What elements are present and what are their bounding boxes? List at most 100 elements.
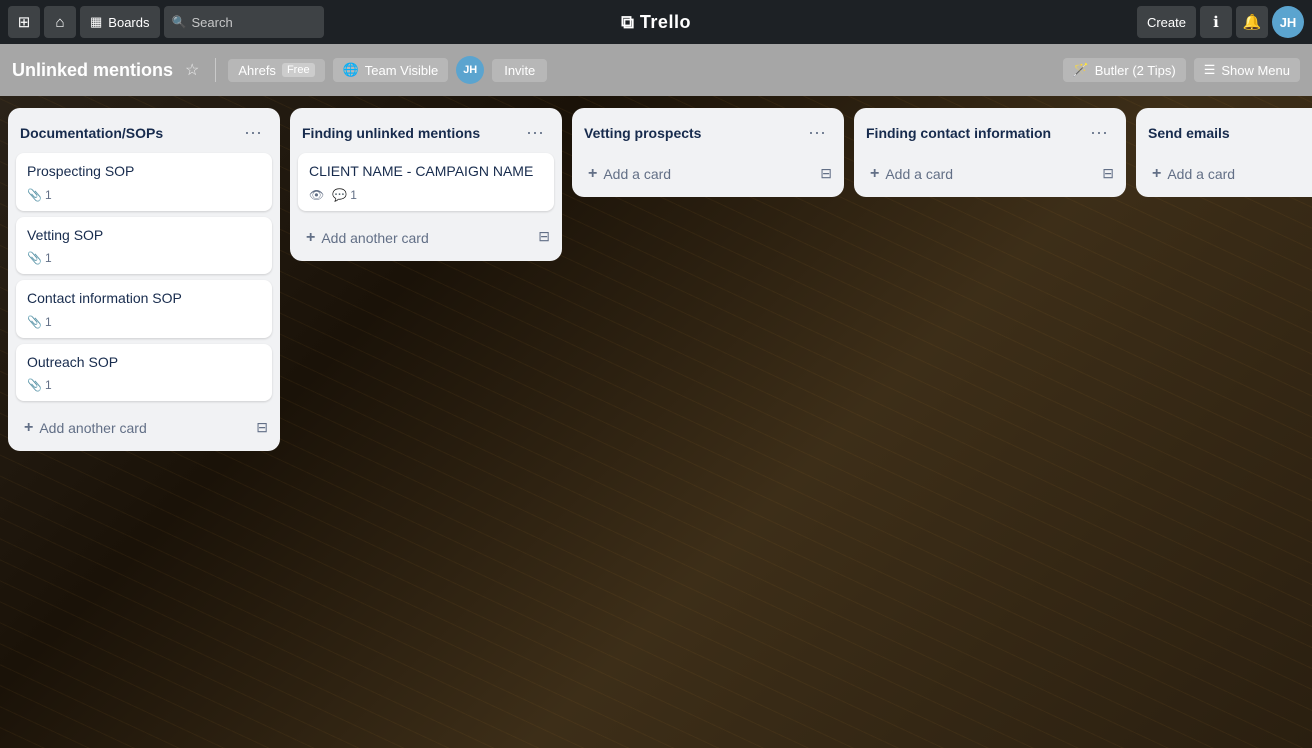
attachment-count-outreach-sop: 📎 1 bbox=[27, 378, 52, 392]
attachment-count-vetting-sop: 📎 1 bbox=[27, 251, 52, 265]
workspace-tier-badge: Free bbox=[282, 63, 315, 77]
create-button[interactable]: Create bbox=[1137, 6, 1196, 38]
card-prospecting-sop[interactable]: Prospecting SOP 📎 1 bbox=[16, 153, 272, 211]
trello-logo-area: ⧉ Trello bbox=[621, 12, 691, 33]
list-title-finding-unlinked-mentions: Finding unlinked mentions bbox=[302, 125, 520, 141]
list-menu-button-documentation-sops[interactable]: ··· bbox=[238, 120, 268, 145]
list-header-finding-contact-info: Finding contact information ··· bbox=[862, 116, 1118, 153]
list-title-documentation-sops: Documentation/SOPs bbox=[20, 125, 238, 141]
list-menu-button-finding-contact-info[interactable]: ··· bbox=[1084, 120, 1114, 145]
template-button-finding-contact-info[interactable]: ⊟ bbox=[1098, 163, 1118, 184]
visibility-button[interactable]: 🌐 Team Visible bbox=[333, 58, 449, 82]
template-icon: ⊟ bbox=[1102, 165, 1114, 181]
board-header: Unlinked mentions ☆ Ahrefs Free 🌐 Team V… bbox=[0, 44, 1312, 96]
add-card-row-unlinked: + Add another card ⊟ bbox=[298, 217, 554, 257]
workspace-button[interactable]: Ahrefs Free bbox=[228, 59, 324, 82]
invite-label: Invite bbox=[504, 63, 535, 78]
add-card-row-emails: + Add a card ⊟ bbox=[1144, 153, 1312, 193]
card-outreach-sop[interactable]: Outreach SOP 📎 1 bbox=[16, 344, 272, 402]
list-header-finding-unlinked-mentions: Finding unlinked mentions ··· bbox=[298, 116, 554, 153]
info-button[interactable]: ℹ bbox=[1200, 6, 1232, 38]
paperclip-icon: 📎 bbox=[27, 188, 42, 202]
bell-button[interactable]: 🔔 bbox=[1236, 6, 1268, 38]
show-menu-button[interactable]: ☰ Show Menu bbox=[1194, 58, 1300, 82]
member-initials: JH bbox=[463, 64, 477, 76]
invite-button[interactable]: Invite bbox=[492, 59, 547, 82]
plus-icon: + bbox=[588, 165, 597, 183]
board-icon: ▦ bbox=[90, 14, 102, 30]
card-vetting-sop[interactable]: Vetting SOP 📎 1 bbox=[16, 217, 272, 275]
list-header-send-emails: Send emails ··· bbox=[1144, 116, 1312, 153]
list-documentation-sops: Documentation/SOPs ··· Prospecting SOP 📎… bbox=[8, 108, 280, 451]
add-card-button-finding-contact-info[interactable]: + Add a card bbox=[862, 159, 1098, 189]
board-canvas: Documentation/SOPs ··· Prospecting SOP 📎… bbox=[0, 96, 1312, 748]
list-menu-button-vetting-prospects[interactable]: ··· bbox=[802, 120, 832, 145]
template-button-vetting-prospects[interactable]: ⊟ bbox=[816, 163, 836, 184]
paperclip-icon: 📎 bbox=[27, 378, 42, 392]
add-card-button-send-emails[interactable]: + Add a card bbox=[1144, 159, 1312, 189]
card-title-client-campaign: CLIENT NAME - CAMPAIGN NAME bbox=[309, 162, 543, 182]
user-avatar-button[interactable]: JH bbox=[1272, 6, 1304, 38]
grid-icon-button[interactable]: ⊞ bbox=[8, 6, 40, 38]
visibility-label: Team Visible bbox=[365, 63, 438, 78]
list-title-finding-contact-info: Finding contact information bbox=[866, 125, 1084, 141]
dots-icon: ··· bbox=[1090, 122, 1108, 142]
add-card-label-finding-contact-info: Add a card bbox=[885, 166, 953, 182]
topbar-right: Create ℹ 🔔 JH bbox=[1137, 6, 1304, 38]
list-header-vetting-prospects: Vetting prospects ··· bbox=[580, 116, 836, 153]
list-title-send-emails: Send emails bbox=[1148, 125, 1312, 141]
dots-icon: ··· bbox=[244, 122, 262, 142]
home-button[interactable]: ⌂ bbox=[44, 6, 76, 38]
butler-button[interactable]: 🪄 Butler (2 Tips) bbox=[1063, 58, 1186, 82]
template-button-finding-unlinked-mentions[interactable]: ⊟ bbox=[534, 226, 554, 247]
header-divider bbox=[215, 58, 216, 82]
grid-icon: ⊞ bbox=[18, 13, 31, 31]
list-menu-button-finding-unlinked-mentions[interactable]: ··· bbox=[520, 120, 550, 145]
comment-icon: 💬 bbox=[332, 188, 347, 202]
card-title-prospecting-sop: Prospecting SOP bbox=[27, 162, 261, 182]
card-title-outreach-sop: Outreach SOP bbox=[27, 353, 261, 373]
template-icon: ⊟ bbox=[256, 419, 268, 435]
bell-icon: 🔔 bbox=[1243, 13, 1262, 31]
eye-icon: 👁 bbox=[309, 188, 324, 202]
boards-button[interactable]: ▦ Boards bbox=[80, 6, 160, 38]
create-label: Create bbox=[1147, 15, 1186, 30]
member-avatar-button[interactable]: JH bbox=[456, 56, 484, 84]
add-card-row-vetting: + Add a card ⊟ bbox=[580, 153, 836, 193]
search-input[interactable] bbox=[164, 6, 324, 38]
plus-icon: + bbox=[306, 229, 315, 247]
card-title-contact-info-sop: Contact information SOP bbox=[27, 289, 261, 309]
card-meta-contact-info-sop: 📎 1 bbox=[27, 315, 261, 329]
template-button-documentation-sops[interactable]: ⊟ bbox=[252, 417, 272, 438]
attachment-count-contact-info-sop: 📎 1 bbox=[27, 315, 52, 329]
show-menu-label: Show Menu bbox=[1221, 63, 1290, 78]
workspace-name: Ahrefs bbox=[238, 63, 276, 78]
avatar-initials: JH bbox=[1280, 15, 1297, 30]
menu-icon: ☰ bbox=[1204, 62, 1216, 78]
dots-icon: ··· bbox=[808, 122, 826, 142]
board-title: Unlinked mentions bbox=[12, 60, 173, 81]
add-card-button-documentation-sops[interactable]: + Add another card bbox=[16, 413, 252, 443]
card-meta-outreach-sop: 📎 1 bbox=[27, 378, 261, 392]
boards-label: Boards bbox=[108, 15, 149, 30]
card-client-campaign[interactable]: CLIENT NAME - CAMPAIGN NAME 👁 💬 1 bbox=[298, 153, 554, 211]
add-card-row-doc: + Add another card ⊟ bbox=[16, 407, 272, 447]
butler-label: Butler (2 Tips) bbox=[1095, 63, 1176, 78]
globe-icon: 🌐 bbox=[343, 62, 359, 78]
comment-count-client-campaign: 💬 1 bbox=[332, 188, 357, 202]
star-icon: ☆ bbox=[185, 62, 199, 79]
plus-icon: + bbox=[1152, 165, 1161, 183]
card-contact-info-sop[interactable]: Contact information SOP 📎 1 bbox=[16, 280, 272, 338]
list-vetting-prospects: Vetting prospects ··· + Add a card ⊟ bbox=[572, 108, 844, 197]
dots-icon: ··· bbox=[526, 122, 544, 142]
lists-container: Documentation/SOPs ··· Prospecting SOP 📎… bbox=[8, 108, 1312, 451]
paperclip-icon: 📎 bbox=[27, 251, 42, 265]
add-card-button-vetting-prospects[interactable]: + Add a card bbox=[580, 159, 816, 189]
add-card-button-finding-unlinked-mentions[interactable]: + Add another card bbox=[298, 223, 534, 253]
list-header-documentation-sops: Documentation/SOPs ··· bbox=[16, 116, 272, 153]
template-icon: ⊟ bbox=[538, 228, 550, 244]
star-button[interactable]: ☆ bbox=[181, 56, 203, 84]
list-finding-contact-info: Finding contact information ··· + Add a … bbox=[854, 108, 1126, 197]
list-finding-unlinked-mentions: Finding unlinked mentions ··· CLIENT NAM… bbox=[290, 108, 562, 261]
add-card-label-documentation-sops: Add another card bbox=[39, 420, 146, 436]
